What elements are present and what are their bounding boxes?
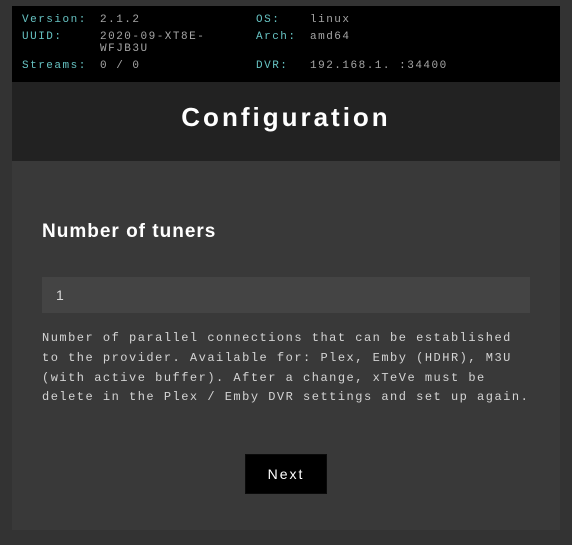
status-version-value: 2.1.2 — [100, 14, 250, 26]
status-version-label: Version: — [22, 14, 94, 26]
status-arch-label: Arch: — [256, 31, 304, 55]
status-os-label: OS: — [256, 14, 304, 26]
config-panel: Configuration Number of tuners 1 Number … — [12, 82, 560, 530]
tuners-description: Number of parallel connections that can … — [42, 329, 530, 408]
status-os-value: linux — [310, 14, 550, 26]
title-bar: Configuration — [12, 82, 560, 161]
status-streams-label: Streams: — [22, 60, 94, 72]
page-title: Configuration — [181, 102, 390, 132]
tuners-heading: Number of tuners — [42, 221, 530, 243]
modal-container: Version: 2.1.2 OS: linux UUID: 2020-09-X… — [0, 0, 572, 542]
tuners-select[interactable]: 1 — [42, 277, 530, 313]
form-content: Number of tuners 1 Number of parallel co… — [12, 161, 560, 530]
status-bar: Version: 2.1.2 OS: linux UUID: 2020-09-X… — [12, 6, 560, 82]
status-dvr-label: DVR: — [256, 60, 304, 72]
status-streams-value: 0 / 0 — [100, 60, 250, 72]
status-dvr-value: 192.168.1. :34400 — [310, 60, 550, 72]
next-button[interactable]: Next — [245, 454, 328, 494]
status-arch-value: amd64 — [310, 31, 550, 55]
status-uuid-value: 2020-09-XT8E-WFJB3U — [100, 31, 250, 55]
tuners-select-value: 1 — [56, 287, 64, 303]
status-uuid-label: UUID: — [22, 31, 94, 55]
button-row: Next — [42, 454, 530, 494]
